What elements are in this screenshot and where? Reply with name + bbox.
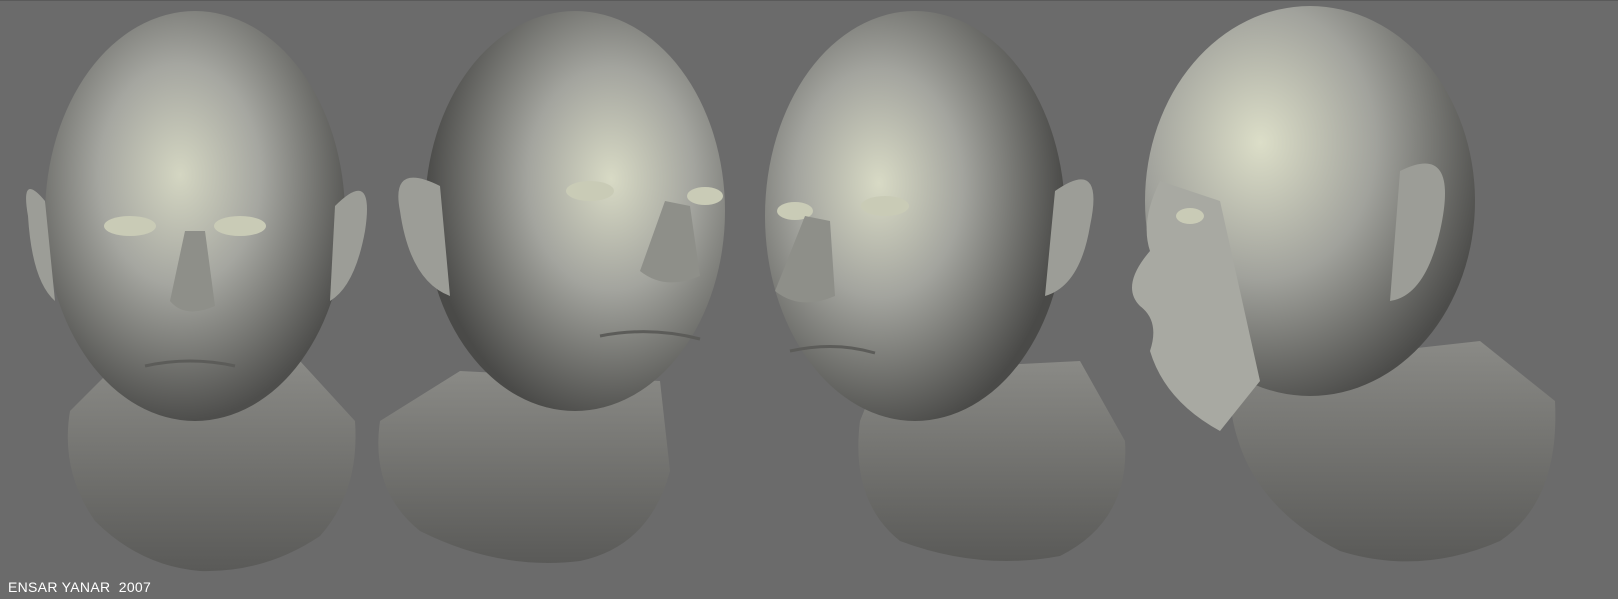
bust-profile-eye xyxy=(1176,208,1204,224)
bust-tqr-eye-right xyxy=(861,196,909,216)
sculpt-busts xyxy=(26,6,1556,572)
bust-front-eye-left xyxy=(104,216,156,236)
bust-front-ear-right xyxy=(330,190,367,301)
bust-front-eye-right xyxy=(214,216,266,236)
render-canvas: ENSAR YANAR 2007 xyxy=(0,0,1618,599)
artist-credit: ENSAR YANAR 2007 xyxy=(8,579,152,595)
bust-tql-eye-right xyxy=(687,187,723,205)
bust-three-quarter-right xyxy=(765,11,1126,561)
bust-front-head xyxy=(45,11,345,421)
bust-front-view xyxy=(26,11,367,572)
bust-tql-neck xyxy=(378,371,670,563)
bust-tqr-head xyxy=(765,11,1065,421)
bust-three-quarter-left xyxy=(378,11,725,563)
bust-profile-view xyxy=(1132,6,1556,562)
bust-tql-eye-left xyxy=(566,181,614,201)
